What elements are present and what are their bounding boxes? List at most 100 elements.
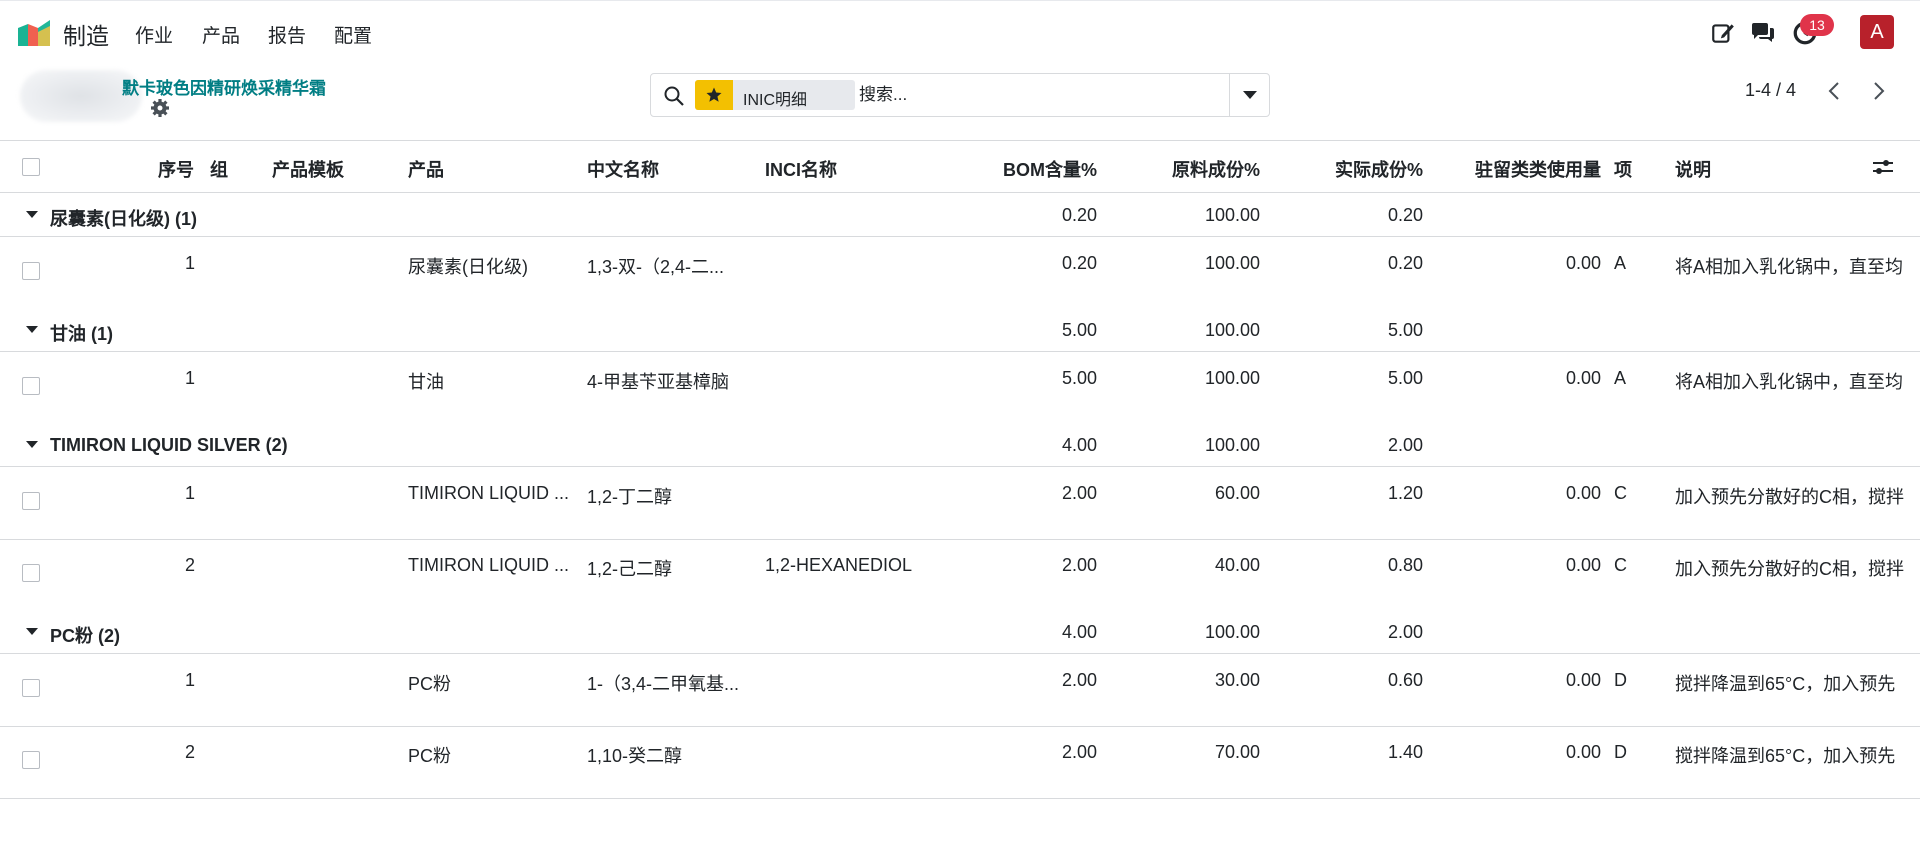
column-header-note[interactable]: 说明	[1675, 156, 1711, 182]
cell-cn-name: 1,10-癸二醇	[587, 746, 683, 766]
cell-raw: 40.00	[1214, 555, 1260, 575]
breadcrumb-record-title[interactable]: 默卡玻色因精研焕采精华霜	[122, 74, 326, 99]
column-header-inci[interactable]: INCI名称	[765, 156, 837, 182]
cell-product: PC粉	[408, 674, 452, 694]
search-bar: INIC明细	[650, 73, 1270, 117]
caret-down-icon	[26, 628, 38, 635]
cell-item: C	[1614, 555, 1627, 575]
cell-note: 将A相加入乳化锅中，直至均	[1675, 257, 1904, 277]
cell-raw: 70.00	[1214, 742, 1260, 762]
table-row[interactable]: 1 PC粉 1-（3,4-二甲氧基... 2.00 30.00 0.60 0.0…	[0, 655, 1920, 727]
search-options-toggle[interactable]	[1229, 74, 1269, 116]
cell-seq: 1	[184, 253, 195, 273]
table-row[interactable]: 2 TIMIRON LIQUID ... 1,2-己二醇 1,2-HEXANED…	[0, 540, 1920, 612]
cell-usage: 0.00	[1565, 555, 1601, 575]
manufacturing-app-icon[interactable]	[18, 20, 50, 46]
column-header-bom[interactable]: BOM含量%	[960, 156, 1097, 182]
group-label: 尿囊素(日化级) (1)	[50, 209, 197, 229]
cell-bom: 2.00	[1061, 483, 1097, 503]
cell-item: A	[1614, 368, 1627, 388]
cell-seq: 2	[184, 742, 195, 762]
table-row[interactable]: 1 尿囊素(日化级) 1,3-双-（2,4-二... 0.20 100.00 0…	[0, 238, 1920, 310]
group-bom-total: 4.00	[1061, 622, 1097, 642]
user-avatar[interactable]: A	[1860, 15, 1894, 49]
cell-actual: 0.20	[1387, 253, 1423, 273]
column-header-product[interactable]: 产品	[408, 156, 444, 182]
group-row[interactable]: TIMIRON LIQUID SILVER (2) 4.00 100.00 2.…	[0, 424, 1920, 467]
cell-usage: 0.00	[1565, 742, 1601, 762]
group-label: TIMIRON LIQUID SILVER (2)	[50, 435, 288, 455]
row-checkbox[interactable]	[22, 377, 40, 395]
cell-actual: 0.80	[1387, 555, 1423, 575]
row-checkbox[interactable]	[22, 262, 40, 280]
group-label: PC粉 (2)	[50, 626, 121, 646]
row-checkbox[interactable]	[22, 564, 40, 582]
column-header-actual[interactable]: 实际成份%	[1270, 156, 1423, 182]
pager-previous-icon[interactable]	[1822, 78, 1848, 104]
menu-reporting[interactable]: 报告	[268, 21, 306, 48]
search-facet[interactable]: INIC明细	[695, 80, 855, 110]
cell-bom: 5.00	[1061, 368, 1097, 388]
table-row[interactable]: 2 PC粉 1,10-癸二醇 2.00 70.00 1.40 0.00 D 搅拌…	[0, 727, 1920, 799]
menu-products[interactable]: 产品	[202, 21, 240, 48]
column-header-seq[interactable]: 序号	[158, 156, 194, 182]
group-row[interactable]: PC粉 (2) 4.00 100.00 2.00	[0, 611, 1920, 654]
search-icon[interactable]	[663, 85, 685, 107]
cell-product: TIMIRON LIQUID ...	[408, 483, 570, 503]
cell-bom: 0.20	[1061, 253, 1097, 273]
cell-cn-name: 1-（3,4-二甲氧基...	[587, 674, 740, 694]
table-row[interactable]: 1 TIMIRON LIQUID ... 1,2-丁二醇 2.00 60.00 …	[0, 468, 1920, 540]
column-header-item[interactable]: 项	[1614, 156, 1632, 182]
cell-cn-name: 1,2-己二醇	[587, 559, 673, 579]
select-all-checkbox[interactable]	[22, 158, 40, 176]
cell-item: D	[1614, 670, 1627, 690]
table-row[interactable]: 1 甘油 4-甲基苄亚基樟脑 5.00 100.00 5.00 0.00 A 将…	[0, 353, 1920, 425]
edit-note-icon[interactable]	[1710, 20, 1736, 46]
group-raw-total: 100.00	[1204, 320, 1260, 340]
group-actual-total: 5.00	[1387, 320, 1423, 340]
cell-bom: 2.00	[1061, 670, 1097, 690]
cell-usage: 0.00	[1565, 670, 1601, 690]
top-navbar: 制造 作业 产品 报告 配置 13 A	[0, 0, 1920, 62]
cell-raw: 100.00	[1204, 368, 1260, 388]
pager-value[interactable]: 1-4 / 4	[1745, 80, 1796, 101]
group-row[interactable]: 尿囊素(日化级) (1) 0.20 100.00 0.20	[0, 194, 1920, 237]
cell-raw: 100.00	[1204, 253, 1260, 273]
app-name[interactable]: 制造	[63, 17, 109, 51]
cell-item: A	[1614, 253, 1627, 273]
column-header-raw[interactable]: 原料成份%	[1110, 156, 1260, 182]
group-row[interactable]: 甘油 (1) 5.00 100.00 5.00	[0, 309, 1920, 352]
cell-note: 搅拌降温到65°C，加入预先	[1675, 746, 1896, 766]
cell-product: 尿囊素(日化级)	[408, 257, 528, 277]
row-checkbox[interactable]	[22, 492, 40, 510]
cell-actual: 0.60	[1387, 670, 1423, 690]
activity-count-badge: 13	[1800, 14, 1834, 36]
cell-cn-name: 1,2-丁二醇	[587, 487, 673, 507]
row-checkbox[interactable]	[22, 751, 40, 769]
column-header-cn-name[interactable]: 中文名称	[587, 156, 659, 182]
menu-operations[interactable]: 作业	[135, 21, 173, 48]
search-input[interactable]	[859, 82, 1209, 108]
caret-down-icon	[1243, 91, 1257, 99]
group-raw-total: 100.00	[1204, 435, 1260, 455]
caret-down-icon	[26, 441, 38, 448]
pager-next-icon[interactable]	[1865, 78, 1891, 104]
cell-raw: 30.00	[1214, 670, 1260, 690]
chat-icon[interactable]	[1750, 20, 1776, 46]
caret-down-icon	[26, 211, 38, 218]
cell-seq: 1	[184, 670, 195, 690]
row-checkbox[interactable]	[22, 679, 40, 697]
column-header-usage[interactable]: 驻留类类使用量	[1440, 156, 1601, 182]
cell-usage: 0.00	[1565, 368, 1601, 388]
list-header: 序号 组 产品模板 产品 中文名称 INCI名称 BOM含量% 原料成份% 实际…	[0, 141, 1920, 193]
cell-note: 加入预先分散好的C相，搅拌	[1675, 559, 1904, 579]
cell-bom: 2.00	[1061, 742, 1097, 762]
menu-configuration[interactable]: 配置	[334, 21, 372, 48]
cell-raw: 60.00	[1214, 483, 1260, 503]
cell-bom: 2.00	[1061, 555, 1097, 575]
optional-columns-icon[interactable]	[1872, 157, 1894, 177]
cell-inci: 1,2-HEXANEDIOL	[765, 555, 913, 575]
column-header-template[interactable]: 产品模板	[272, 156, 344, 182]
column-header-group[interactable]: 组	[210, 156, 228, 182]
gear-icon[interactable]	[150, 98, 170, 118]
